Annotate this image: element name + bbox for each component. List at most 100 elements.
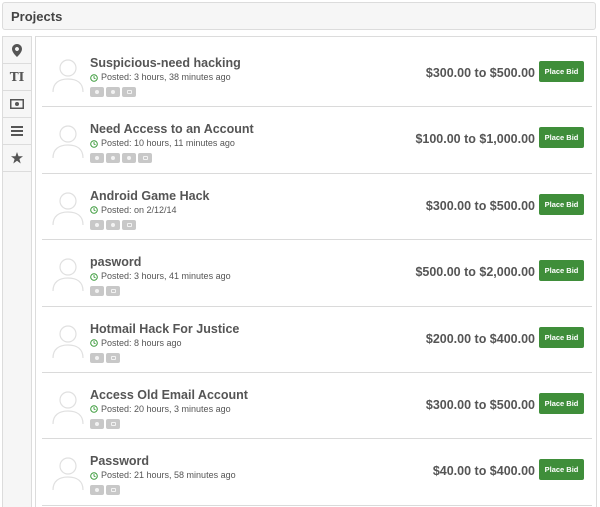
page-title: Projects	[11, 8, 63, 24]
star-badge-icon	[90, 87, 104, 97]
project-row: Android Game Hack Posted: on 2/12/14 $30…	[42, 174, 592, 241]
star-badge-icon	[90, 485, 104, 496]
budget-range: $300.00 to $500.00	[425, 66, 535, 80]
project-info: Access Old Email Account Posted: 20 hour…	[90, 387, 248, 429]
monitor-badge-icon	[106, 286, 120, 297]
money-icon	[10, 99, 24, 109]
monitor-badge-icon	[106, 352, 120, 363]
project-title[interactable]: Password	[90, 453, 236, 469]
project-info: Android Game Hack Posted: on 2/12/14	[90, 188, 209, 230]
posted-text: Posted: 20 hours, 3 minutes ago	[101, 403, 231, 414]
star-badge-icon	[90, 286, 104, 297]
location-filter-button[interactable]	[3, 37, 31, 64]
star-badge-icon	[90, 418, 104, 429]
posted-time: Posted: 21 hours, 58 minutes ago	[90, 469, 236, 482]
favorites-filter-button[interactable]	[3, 145, 31, 172]
project-row: Suspicious-need hacking Posted: 3 hours,…	[42, 41, 592, 108]
posted-time: Posted: 3 hours, 41 minutes ago	[90, 270, 231, 283]
posted-text: Posted: on 2/12/14	[101, 204, 177, 215]
posted-time: Posted: 20 hours, 3 minutes ago	[90, 403, 248, 416]
avatar-placeholder-icon	[52, 59, 84, 93]
star-glyph	[95, 355, 99, 360]
project-title[interactable]: pasword	[90, 254, 231, 270]
place-bid-button[interactable]: Place Bid	[539, 260, 584, 282]
project-badges	[90, 352, 239, 363]
projects-panel: Suspicious-need hacking Posted: 3 hours,…	[35, 36, 597, 507]
monitor-badge-icon	[122, 87, 136, 97]
star-glyph	[95, 222, 99, 227]
budget-range: $200.00 to $400.00	[425, 331, 535, 346]
place-bid-button[interactable]: Place Bid	[539, 326, 584, 348]
circle-badge-icon	[106, 219, 120, 230]
place-bid-button[interactable]: Place Bid	[539, 127, 584, 149]
project-badges	[90, 153, 254, 164]
filter-sidebar: TI	[2, 36, 32, 507]
star-glyph	[95, 156, 99, 161]
monitor-glyph	[126, 222, 132, 227]
project-row: Hotmail Hack For Justice Posted: 8 hours…	[42, 307, 592, 373]
project-row: Need Access to an Account Posted: 10 hou…	[42, 107, 592, 174]
project-info: Need Access to an Account Posted: 10 hou…	[90, 121, 254, 164]
posted-text: Posted: 3 hours, 38 minutes ago	[101, 72, 231, 82]
project-badges	[90, 219, 209, 230]
text-size-icon: TI	[9, 70, 25, 84]
star-glyph	[95, 421, 99, 426]
star-badge-icon	[90, 219, 104, 230]
circle-glyph	[111, 156, 115, 161]
circle-glyph	[111, 222, 115, 227]
project-title[interactable]: Hotmail Hack For Justice	[90, 321, 239, 337]
project-title[interactable]: Need Access to an Account	[90, 121, 254, 137]
clock-icon	[90, 339, 98, 347]
text-filter-button[interactable]: TI	[3, 64, 31, 91]
project-info: pasword Posted: 3 hours, 41 minutes ago	[90, 254, 231, 297]
monitor-badge-icon	[106, 485, 120, 496]
project-row: pasword Posted: 3 hours, 41 minutes ago …	[42, 240, 592, 307]
place-bid-button[interactable]: Place Bid	[539, 392, 584, 414]
circle-glyph	[111, 90, 115, 94]
avatar-placeholder-icon	[52, 258, 84, 292]
project-title[interactable]: Suspicious-need hacking	[90, 55, 241, 71]
posted-time: Posted: 3 hours, 38 minutes ago	[90, 71, 241, 84]
star-glyph	[95, 289, 99, 294]
project-title[interactable]: Access Old Email Account	[90, 387, 248, 403]
circle-glyph	[127, 156, 131, 161]
list-view-button[interactable]	[3, 118, 31, 145]
star-badge-icon	[90, 153, 104, 164]
project-badges	[90, 418, 248, 429]
monitor-badge-icon	[106, 418, 120, 429]
project-badges	[90, 87, 241, 97]
clock-icon	[90, 140, 98, 148]
list-icon	[11, 126, 23, 136]
location-pin-icon	[12, 43, 22, 57]
project-info: Hotmail Hack For Justice Posted: 8 hours…	[90, 321, 239, 363]
project-title[interactable]: Android Game Hack	[90, 188, 209, 204]
projects-header: Projects	[2, 2, 596, 30]
avatar-placeholder-icon	[52, 324, 84, 358]
budget-range: $300.00 to $500.00	[425, 198, 535, 213]
project-row: Password Posted: 21 hours, 58 minutes ag…	[42, 439, 592, 506]
posted-text: Posted: 3 hours, 41 minutes ago	[101, 271, 231, 282]
posted-time: Posted: 8 hours ago	[90, 337, 239, 350]
place-bid-button[interactable]: Place Bid	[539, 459, 584, 481]
budget-filter-button[interactable]	[3, 91, 31, 118]
project-row: Access Old Email Account Posted: 20 hour…	[42, 373, 592, 440]
avatar-placeholder-icon	[52, 192, 84, 225]
star-badge-icon	[90, 352, 104, 363]
budget-range: $300.00 to $500.00	[425, 397, 535, 412]
budget-range: $500.00 to $2,000.00	[415, 265, 535, 280]
place-bid-button[interactable]: Place Bid	[539, 193, 584, 215]
posted-text: Posted: 8 hours ago	[101, 337, 182, 348]
clock-icon	[90, 272, 98, 281]
project-badges	[90, 286, 231, 297]
place-bid-button[interactable]: Place Bid	[539, 61, 584, 82]
circle-badge-icon	[106, 153, 120, 164]
project-badges	[90, 485, 236, 496]
posted-text: Posted: 10 hours, 11 minutes ago	[101, 138, 235, 149]
avatar-placeholder-icon	[52, 391, 84, 424]
monitor-glyph	[110, 355, 116, 360]
star-glyph	[95, 90, 99, 94]
circle-badge-icon	[122, 153, 136, 164]
budget-range: $40.00 to $400.00	[432, 464, 535, 479]
monitor-glyph	[110, 289, 116, 294]
monitor-badge-icon	[122, 219, 136, 230]
